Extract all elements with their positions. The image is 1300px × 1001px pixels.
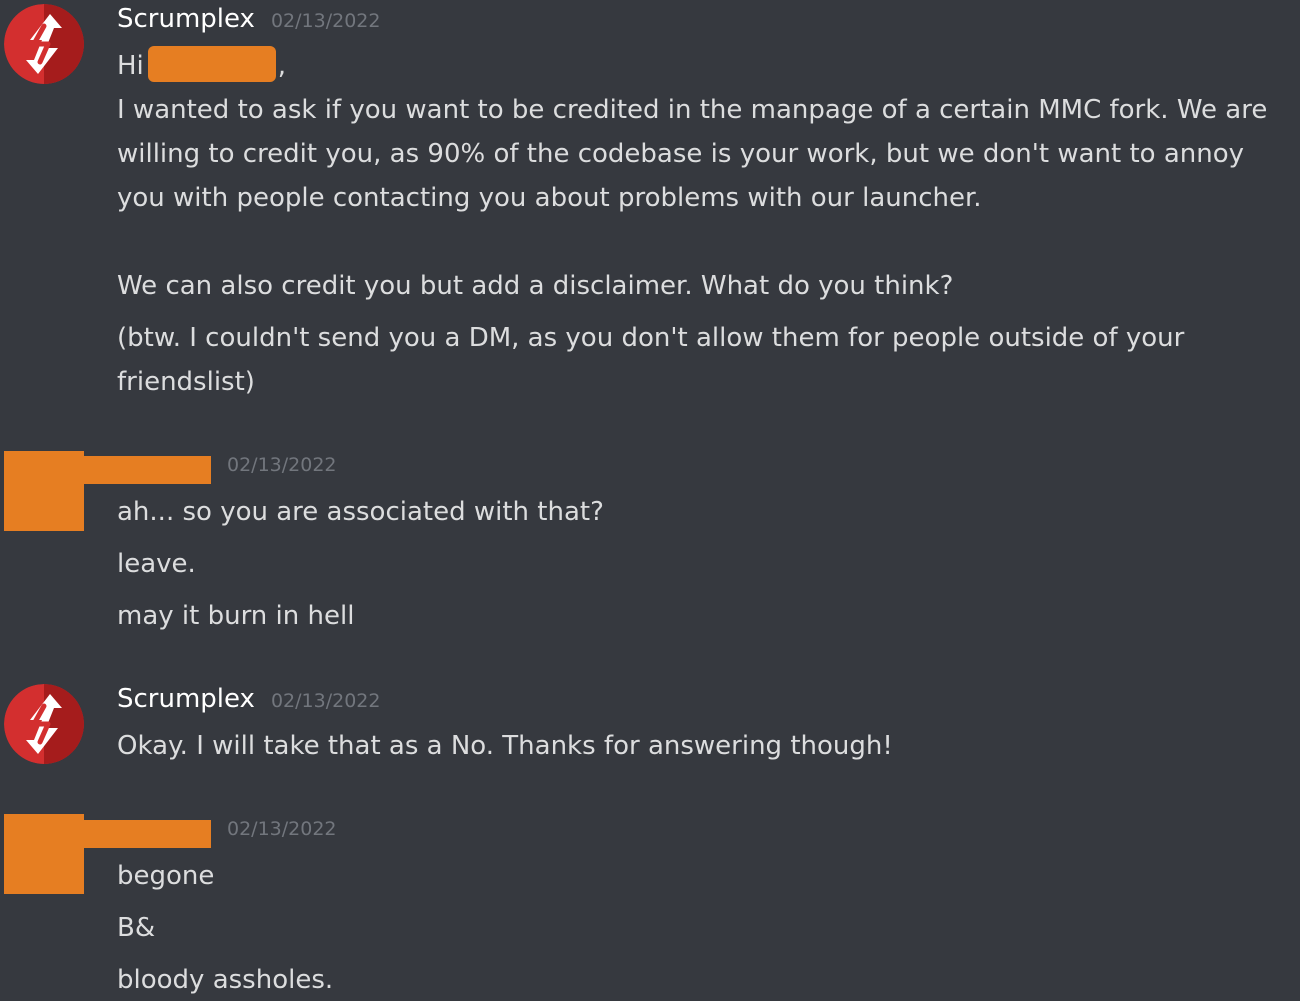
message-line: Hi,	[117, 44, 1292, 88]
message-line: ah... so you are associated with that?	[117, 497, 604, 527]
redacted-username	[80, 456, 211, 484]
message-line: leave.	[117, 549, 196, 579]
timestamp[interactable]: 02/13/2022	[271, 690, 381, 712]
message-line: may it burn in hell	[117, 601, 355, 631]
username[interactable]: Scrumplex	[117, 4, 255, 34]
scrumplex-avatar[interactable]	[4, 4, 84, 84]
timestamp[interactable]: 02/13/2022	[227, 454, 337, 476]
redacted-avatar	[4, 814, 84, 894]
message-line: begone	[117, 861, 215, 891]
redacted-username	[80, 820, 211, 848]
timestamp[interactable]: 02/13/2022	[271, 10, 381, 32]
message-line: Okay. I will take that as a No. Thanks f…	[117, 731, 893, 761]
message-line: B&	[117, 913, 156, 943]
redacted-recipient-name	[147, 45, 276, 82]
timestamp[interactable]: 02/13/2022	[227, 818, 337, 840]
message-paragraph: (btw. I couldn't send you a DM, as you d…	[117, 323, 1185, 397]
message-line: We can also credit you but add a disclai…	[117, 271, 954, 301]
message-header: 02/13/2022	[227, 454, 337, 476]
message-header: Scrumplex 02/13/2022	[117, 684, 380, 714]
greeting-suffix: ,	[277, 51, 287, 81]
message-line: bloody assholes.	[117, 965, 334, 995]
redacted-avatar	[4, 451, 84, 531]
message-paragraph: I wanted to ask if you want to be credit…	[117, 95, 1268, 213]
message-header: 02/13/2022	[227, 818, 337, 840]
lightning-s-logo-icon	[4, 684, 84, 764]
username[interactable]: Scrumplex	[117, 684, 255, 714]
greeting-prefix: Hi	[117, 51, 144, 81]
chat-log: Scrumplex 02/13/2022 Hi, I wanted to ask…	[0, 0, 1300, 1001]
lightning-s-logo-icon	[4, 4, 84, 84]
message-header: Scrumplex 02/13/2022	[117, 4, 380, 34]
scrumplex-avatar[interactable]	[4, 684, 84, 764]
